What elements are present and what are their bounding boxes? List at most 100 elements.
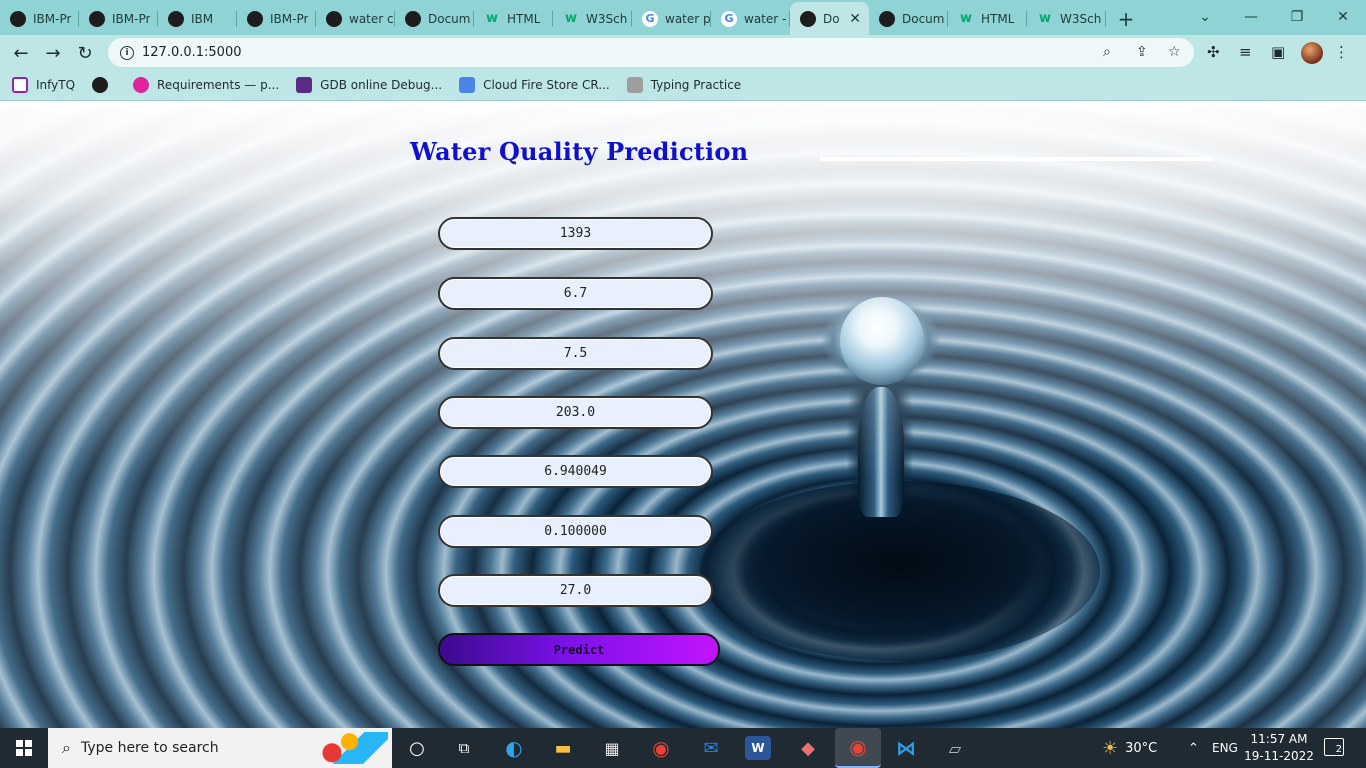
input-field-1[interactable]: [438, 217, 713, 250]
browser-tab[interactable]: Docum: [869, 2, 948, 35]
app-icon[interactable]: ◆: [794, 734, 822, 762]
close-tab-icon[interactable]: ✕: [849, 11, 861, 27]
browser-tab[interactable]: Gwater -: [711, 2, 790, 35]
w3schools-icon: w: [1038, 11, 1051, 26]
site-info-icon[interactable]: i: [120, 45, 134, 60]
browser-tab[interactable]: IBM: [158, 2, 237, 35]
infytq-icon: [12, 77, 28, 93]
globe-icon: [326, 10, 342, 27]
globe-icon: [92, 77, 109, 93]
browser-tab[interactable]: water c: [316, 2, 395, 35]
browser-tab[interactable]: w W3Sch: [553, 2, 632, 35]
browser-tab[interactable]: w HTML: [474, 2, 553, 35]
back-icon[interactable]: ←: [8, 40, 34, 66]
notepad-icon[interactable]: ▱: [941, 734, 969, 762]
forward-icon[interactable]: →: [40, 40, 66, 66]
mail-icon[interactable]: ✉: [697, 734, 725, 762]
search-placeholder: Type here to search: [80, 740, 219, 756]
close-window-icon[interactable]: ✕: [1320, 0, 1366, 33]
bookmark-typing-practice[interactable]: Typing Practice: [626, 77, 741, 93]
clock-time: 11:57 AM: [1250, 732, 1308, 746]
bookmark-gdb[interactable]: GDB online Debug...: [296, 77, 442, 93]
gdb-icon: [296, 77, 313, 93]
browser-tab-active[interactable]: Do ✕: [790, 2, 869, 35]
notification-icon[interactable]: 2: [1324, 738, 1344, 756]
w3schools-icon: w: [564, 11, 577, 26]
edge-icon[interactable]: ◐: [500, 734, 528, 762]
browser-tab[interactable]: IBM-Pr: [237, 2, 316, 35]
input-field-6[interactable]: [438, 515, 713, 548]
google-icon: G: [642, 10, 658, 27]
browser-tab[interactable]: IBM-Pr: [79, 2, 158, 35]
address-bar[interactable]: i 127.0.0.1:5000 ⌕ ⇪ ☆: [108, 38, 1194, 67]
taskbar: ⌕ Type here to search ○ ⧉ ◐ ▬ ▦ ◉ ✉ W ◆ …: [0, 728, 1366, 768]
profile-avatar[interactable]: [1301, 42, 1323, 64]
input-field-4[interactable]: [438, 396, 713, 429]
taskbar-search[interactable]: ⌕ Type here to search: [48, 728, 392, 768]
show-hidden-icons[interactable]: ⌃: [1188, 728, 1199, 768]
title-divider: [820, 157, 1213, 161]
cortana-icon[interactable]: ○: [403, 734, 431, 762]
language-indicator[interactable]: ENG: [1212, 728, 1238, 768]
share-icon[interactable]: ⇪: [1136, 44, 1148, 60]
clock-date: 19-11-2022: [1244, 749, 1314, 763]
new-tab-button[interactable]: +: [1106, 2, 1146, 35]
page-title: Water Quality Prediction: [410, 137, 749, 166]
globe-icon: [800, 10, 816, 27]
task-view-icon[interactable]: ⧉: [450, 734, 478, 762]
media-control-icon[interactable]: ≡: [1239, 43, 1252, 61]
side-panel-icon[interactable]: ▣: [1271, 43, 1285, 61]
extensions-icon[interactable]: ✣: [1207, 43, 1220, 61]
w3schools-icon: w: [959, 11, 972, 26]
clock[interactable]: 11:57 AM 19-11-2022: [1244, 731, 1314, 765]
vscode-icon[interactable]: ⋈: [892, 734, 920, 762]
page-content: Water Quality Prediction Predict: [0, 101, 1366, 728]
browser-tab[interactable]: w HTML: [948, 2, 1027, 35]
windows-logo-icon: [16, 740, 32, 756]
bookmark-requirements[interactable]: Requirements — p...: [133, 77, 279, 93]
cloud-icon: [459, 77, 476, 93]
w3schools-icon: w: [485, 11, 498, 26]
file-explorer-icon[interactable]: ▬: [549, 734, 577, 762]
browser-tab[interactable]: IBM-Pr: [0, 2, 79, 35]
bookmark-infytq[interactable]: InfyTQ: [12, 77, 75, 93]
bookmark-globe[interactable]: [92, 77, 116, 93]
minimize-icon[interactable]: —: [1228, 0, 1274, 33]
input-field-2[interactable]: [438, 277, 713, 310]
bookmark-cloud-firestore[interactable]: Cloud Fire Store CR...: [459, 77, 610, 93]
globe-icon: [879, 10, 895, 27]
url-text[interactable]: 127.0.0.1:5000: [142, 45, 242, 60]
chrome-active-icon[interactable]: ◉: [835, 728, 881, 768]
predict-button[interactable]: Predict: [438, 633, 720, 666]
weather-sun-icon: ☀: [1102, 737, 1119, 759]
restore-icon[interactable]: ❐: [1274, 0, 1320, 33]
store-icon[interactable]: ▦: [598, 734, 626, 762]
reload-icon[interactable]: ↻: [72, 40, 98, 66]
zoom-icon[interactable]: ⌕: [1103, 44, 1111, 60]
bookmarks-bar: InfyTQ Requirements — p... GDB online De…: [0, 70, 1366, 101]
start-button[interactable]: [0, 728, 48, 768]
tab-strip: IBM-Pr IBM-Pr IBM IBM-Pr water c Docum w…: [0, 0, 1366, 35]
menu-icon[interactable]: ⋮: [1334, 43, 1349, 61]
chevron-up-icon: ⌃: [1188, 740, 1199, 756]
weather-widget[interactable]: ☀ 30°C: [1102, 728, 1157, 768]
github-icon: [247, 10, 263, 27]
input-field-5[interactable]: [438, 455, 713, 488]
bookmark-star-icon[interactable]: ☆: [1168, 44, 1181, 60]
input-field-7[interactable]: [438, 574, 713, 607]
keyboard-icon: [626, 77, 643, 93]
google-icon: G: [721, 10, 737, 27]
globe-icon: [168, 10, 184, 27]
notification-count: 2: [1335, 744, 1342, 755]
browser-tab[interactable]: Gwater p: [632, 2, 711, 35]
word-icon[interactable]: W: [745, 736, 771, 760]
chrome-icon[interactable]: ◉: [647, 734, 675, 762]
requirements-icon: [133, 77, 150, 93]
github-icon: [10, 10, 26, 27]
search-icon: ⌕: [62, 738, 71, 757]
browser-tab[interactable]: w W3Sch: [1027, 2, 1106, 35]
browser-tab[interactable]: Docum: [395, 2, 474, 35]
tab-search-icon[interactable]: ⌄: [1182, 0, 1228, 33]
input-field-3[interactable]: [438, 337, 713, 370]
browser-toolbar: ← → ↻ i 127.0.0.1:5000 ⌕ ⇪ ☆ ✣ ≡ ▣ ⋮: [0, 35, 1366, 70]
